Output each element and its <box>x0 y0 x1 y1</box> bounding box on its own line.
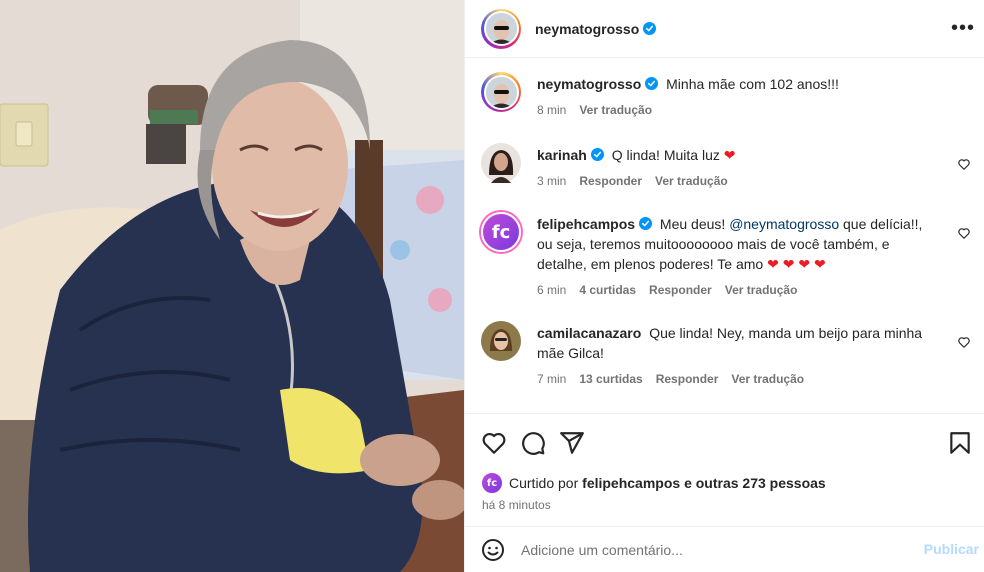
comment-username[interactable]: karinah <box>537 147 587 163</box>
verified-badge-icon <box>590 148 604 161</box>
author-avatar-image <box>485 13 517 44</box>
photo-illustration <box>0 0 464 572</box>
comment-avatar[interactable] <box>481 143 521 183</box>
add-comment-bar: Publicar <box>465 526 984 572</box>
posted-time[interactable]: há 8 minutos <box>482 498 551 512</box>
comment-likes[interactable]: 13 curtidas <box>579 369 642 389</box>
caption-body: neymatogrosso Minha mãe com 102 anos!!! … <box>537 72 957 120</box>
comment-avatar[interactable] <box>481 321 521 361</box>
heart-emoji: ❤ <box>723 147 736 163</box>
translate-button[interactable]: Ver tradução <box>655 171 728 191</box>
comment-text: Q linda! Muita luz <box>611 147 724 163</box>
caption-text: Minha mãe com 102 anos!!! <box>666 76 839 92</box>
comment-text: ou seja, teremos muitoooooooo mais de vo… <box>537 236 890 252</box>
comment-likes[interactable]: 4 curtidas <box>579 280 636 300</box>
comment-text: Meu deus! <box>659 216 730 232</box>
comment-text: detalhe, em plenos poderes! Te amo <box>537 256 768 272</box>
verified-badge-icon <box>643 22 657 35</box>
reply-button[interactable]: Responder <box>579 171 642 191</box>
share-icon[interactable] <box>559 430 585 456</box>
comment-like-icon[interactable] <box>957 335 971 349</box>
liked-by-prefix: Curtido por <box>509 475 583 491</box>
liked-by[interactable]: fc Curtido por felipehcampos e outras 27… <box>481 472 826 494</box>
author-avatar[interactable] <box>481 8 521 49</box>
translate-button[interactable]: Ver tradução <box>731 369 804 389</box>
comment-avatar[interactable]: fc <box>481 212 521 252</box>
liked-by-others[interactable]: e outras 273 pessoas <box>680 475 826 491</box>
camila-avatar-image <box>481 321 521 361</box>
post-side-panel: neymatogrosso ••• neymatogrosso Minha mã… <box>464 0 984 572</box>
karinah-avatar-image <box>481 143 521 183</box>
comment-username[interactable]: camilacanazaro <box>537 325 641 341</box>
comment-item: camilacanazaro Que linda! Ney, manda um … <box>481 321 971 389</box>
author-username[interactable]: neymatogrosso <box>535 21 639 37</box>
caption-avatar-image <box>485 76 517 108</box>
comment-icon[interactable] <box>520 430 546 456</box>
post-photo[interactable] <box>0 0 464 572</box>
comment-time[interactable]: 3 min <box>537 171 566 191</box>
comment-username[interactable]: felipehcampos <box>537 216 635 232</box>
comment-like-icon[interactable] <box>957 226 971 240</box>
comment-text: mãe Gilca! <box>537 345 604 361</box>
publish-button[interactable]: Publicar <box>924 541 979 557</box>
comment-item: karinah Q linda! Muita luz ❤ 3 min Respo… <box>481 143 971 191</box>
post-dialog: neymatogrosso ••• neymatogrosso Minha mã… <box>0 0 984 572</box>
comment-text: Que linda! Ney, manda um beijo para minh… <box>649 325 923 341</box>
heart-emoji: ❤ ❤ ❤ ❤ <box>767 256 826 272</box>
caption-avatar[interactable] <box>481 72 521 112</box>
translate-button[interactable]: Ver tradução <box>725 280 798 300</box>
caption-translate[interactable]: Ver tradução <box>579 100 652 120</box>
comment-input[interactable] <box>521 541 901 558</box>
reply-button[interactable]: Responder <box>656 369 719 389</box>
verified-badge-icon <box>639 217 653 230</box>
comment-time[interactable]: 6 min <box>537 280 566 300</box>
liked-by-avatar: fc <box>481 472 503 494</box>
comments-list[interactable]: neymatogrosso Minha mãe com 102 anos!!! … <box>465 59 984 413</box>
more-options-icon[interactable]: ••• <box>951 16 975 40</box>
comment-time[interactable]: 7 min <box>537 369 566 389</box>
comment-text: que delícia!!, <box>839 216 923 232</box>
liked-by-user[interactable]: felipehcampos <box>582 475 680 491</box>
fc-logo-icon: fc <box>481 212 521 252</box>
post-header: neymatogrosso ••• <box>465 0 984 58</box>
comment-item: fc felipehcampos Meu deus! @neymatogross… <box>481 212 971 300</box>
post-actions: fc Curtido por felipehcampos e outras 27… <box>465 413 984 526</box>
caption: neymatogrosso Minha mãe com 102 anos!!! … <box>481 72 971 120</box>
heart-icon[interactable] <box>481 430 507 456</box>
comment-like-icon[interactable] <box>957 157 971 171</box>
caption-time[interactable]: 8 min <box>537 100 566 120</box>
emoji-icon[interactable] <box>481 538 505 562</box>
mention-link[interactable]: @neymatogrosso <box>729 216 839 232</box>
verified-badge-icon <box>645 77 659 90</box>
bookmark-icon[interactable] <box>947 430 973 456</box>
reply-button[interactable]: Responder <box>649 280 712 300</box>
caption-username[interactable]: neymatogrosso <box>537 76 641 92</box>
